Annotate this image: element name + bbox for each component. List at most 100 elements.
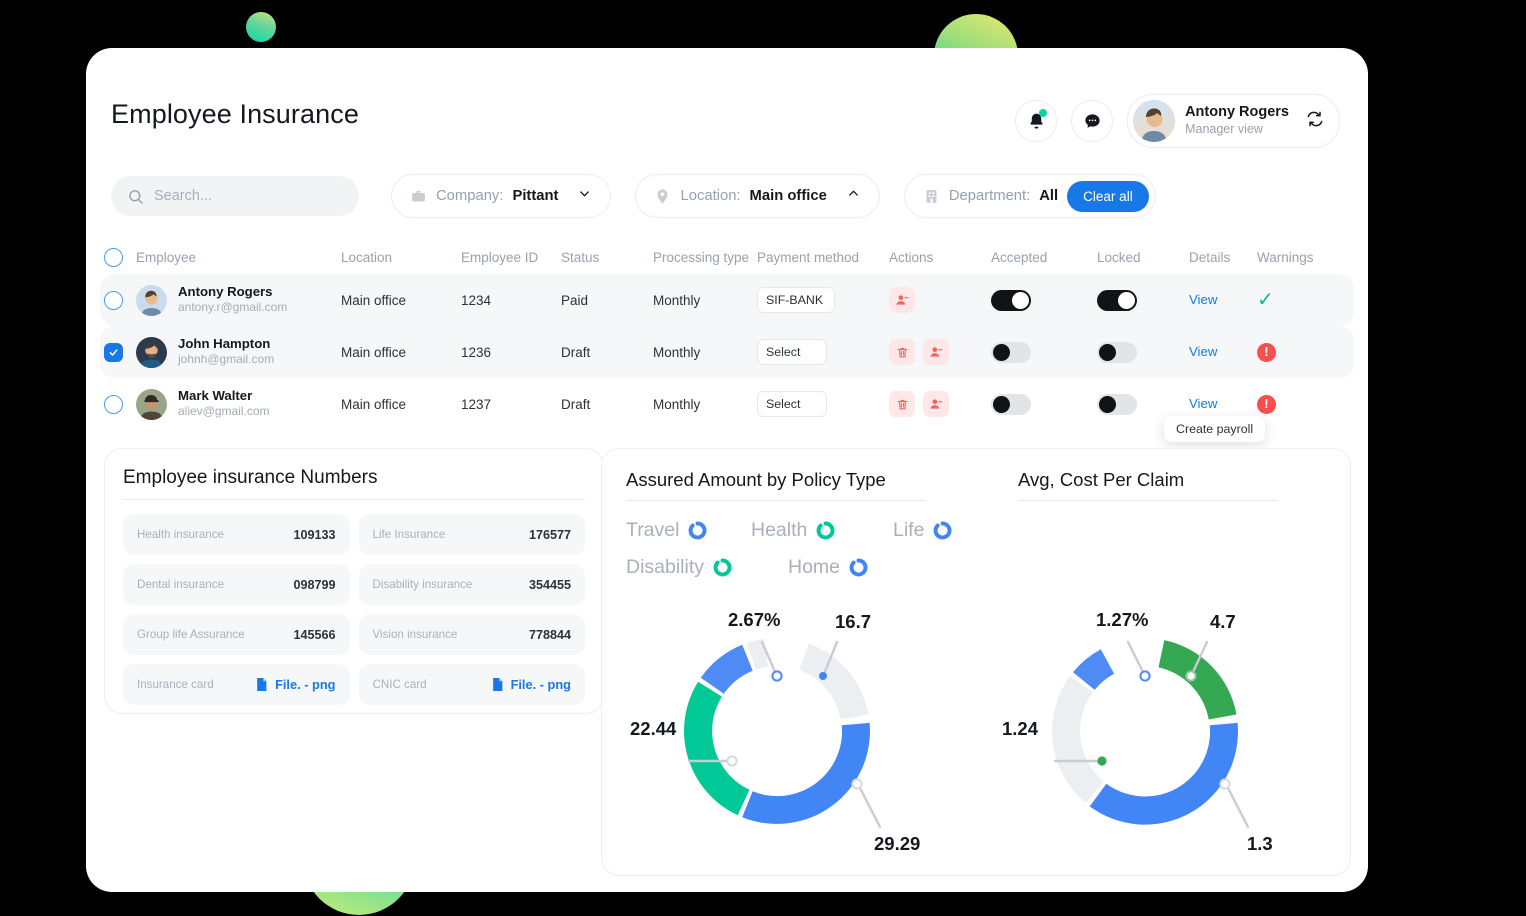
add-user-icon[interactable] (923, 391, 949, 417)
accepted-toggle[interactable] (991, 289, 1031, 311)
column-location: Location (341, 249, 393, 265)
column-status: Status (561, 249, 600, 265)
page-title: Employee Insurance (111, 99, 359, 129)
insurance-item-value: 145566 (293, 627, 336, 642)
employee-email: antony.r@gmail.com (178, 300, 288, 315)
legend-item-disability[interactable]: Disability (626, 556, 788, 579)
chart-2-label-health: 4.7 (1210, 611, 1236, 632)
column-processing-type: Processing type (653, 249, 750, 265)
employee-insurance-numbers-card: Employee insurance Numbers Health insura… (104, 448, 604, 714)
table-row[interactable]: Antony Rogers antony.r@gmail.com Main of… (100, 274, 1354, 326)
insurance-card-file-link[interactable]: File. - png (255, 677, 336, 692)
chart-1-label-home: 16.7 (835, 611, 872, 632)
donut-icon (849, 558, 868, 577)
view-details-link[interactable]: View (1189, 344, 1217, 359)
legend-item-home[interactable]: Home (788, 556, 868, 579)
trash-icon[interactable] (889, 391, 915, 417)
employee-avatar (136, 388, 167, 420)
payment-method-select[interactable]: SIF-BANK (757, 287, 835, 313)
cell-employee-id: 1236 (461, 344, 492, 360)
employee-name: Mark Walter (178, 387, 253, 403)
department-filter[interactable]: Department: All Clear all (903, 174, 1156, 218)
screenshot-stage: Employee Insurance Antony Rogers Manager… (0, 0, 1526, 916)
accepted-toggle[interactable] (991, 341, 1031, 363)
locked-toggle[interactable] (1097, 289, 1137, 311)
chart-1-label-disability: 2.67% (728, 609, 781, 630)
cell-location: Main office (341, 292, 407, 308)
insurance-item-value: 098799 (293, 577, 336, 592)
divider (626, 500, 926, 501)
insurance-item-value: 778844 (528, 627, 571, 642)
clear-all-button[interactable]: Clear all (1067, 180, 1149, 212)
trash-icon[interactable] (889, 339, 915, 365)
notification-badge (1039, 109, 1048, 117)
employee-table: Employee Location Employee ID Status Pro… (100, 240, 1354, 430)
search-box[interactable] (111, 176, 359, 216)
warning-ok-icon: ✓ (1257, 288, 1274, 311)
add-user-icon[interactable] (923, 339, 949, 365)
create-payroll-tooltip: Create payroll (1164, 416, 1266, 442)
warning-error-icon: ! (1257, 342, 1276, 362)
row-checkbox[interactable] (104, 394, 123, 414)
notifications-button[interactable] (1015, 100, 1058, 142)
warning-error-icon: ! (1257, 394, 1276, 414)
add-user-icon[interactable] (889, 287, 915, 313)
cnic-card-file-link[interactable]: File. - png (491, 677, 571, 692)
insurance-item: Dental insurance 098799 (123, 564, 350, 605)
location-filter[interactable]: Location: Main office (635, 174, 880, 218)
accepted-toggle[interactable] (991, 393, 1031, 415)
legend-label: Life (893, 519, 925, 541)
department-filter-label: Department: (948, 188, 1031, 204)
insurance-item: CNIC card File. - png (358, 664, 585, 705)
cell-location: Main office (341, 396, 407, 412)
insurance-item: Group life Assurance 145566 (123, 614, 350, 655)
location-filter-label: Location: (680, 188, 741, 204)
employee-avatar (136, 336, 167, 368)
column-payment-method: Payment method (757, 249, 860, 265)
select-all-checkbox[interactable] (104, 247, 123, 267)
table-row[interactable]: John Hampton johnh@gmail.com Main office… (100, 326, 1354, 378)
payment-method-select[interactable]: Select (757, 339, 827, 365)
legend-item-travel[interactable]: Travel (626, 519, 751, 542)
cell-processing-type: Monthly (653, 396, 701, 412)
search-input[interactable] (154, 188, 334, 204)
company-filter-label: Company: (436, 188, 504, 204)
legend-label: Disability (626, 556, 705, 578)
locked-toggle[interactable] (1097, 393, 1137, 415)
insurance-card-title: Employee insurance Numbers (123, 467, 378, 488)
view-details-link[interactable]: View (1189, 396, 1217, 411)
employee-name: Antony Rogers (178, 283, 273, 299)
cell-location: Main office (341, 344, 407, 360)
insurance-item-value: 109133 (293, 527, 336, 542)
employee-name: John Hampton (178, 335, 271, 351)
locked-toggle[interactable] (1097, 341, 1137, 363)
view-details-link[interactable]: View (1189, 292, 1217, 307)
app-window: Employee Insurance Antony Rogers Manager… (86, 48, 1368, 892)
cell-employee-id: 1237 (461, 396, 492, 412)
insurance-item-label: Dental insurance (137, 578, 225, 591)
legend-label: Health (751, 519, 808, 541)
column-accepted: Accepted (991, 249, 1048, 265)
cell-processing-type: Monthly (653, 344, 701, 360)
profile-menu[interactable]: Antony Rogers Manager view (1127, 94, 1340, 148)
chart-1-label-life: 22.44 (630, 718, 677, 739)
row-checkbox[interactable] (104, 342, 123, 362)
sync-icon[interactable] (1305, 109, 1325, 134)
legend-item-life[interactable]: Life (893, 519, 952, 542)
location-filter-value: Main office (749, 188, 827, 204)
briefcase-icon (412, 190, 425, 201)
payment-method-select[interactable]: Select (757, 391, 827, 417)
legend-item-health[interactable]: Health (751, 519, 893, 542)
donut-icon (933, 521, 952, 540)
chat-icon (1084, 113, 1100, 128)
donut-icon (688, 521, 707, 540)
select-all-cell (100, 247, 136, 267)
company-filter[interactable]: Company: Pittant (391, 174, 612, 218)
donut-icon (713, 558, 732, 577)
legend-label: Travel (626, 519, 680, 541)
donut-icon (816, 521, 835, 540)
decorative-blob-small (246, 12, 276, 42)
insurance-item: Disability insurance 354455 (358, 564, 585, 605)
row-checkbox[interactable] (104, 290, 123, 310)
messages-button[interactable] (1071, 100, 1114, 142)
